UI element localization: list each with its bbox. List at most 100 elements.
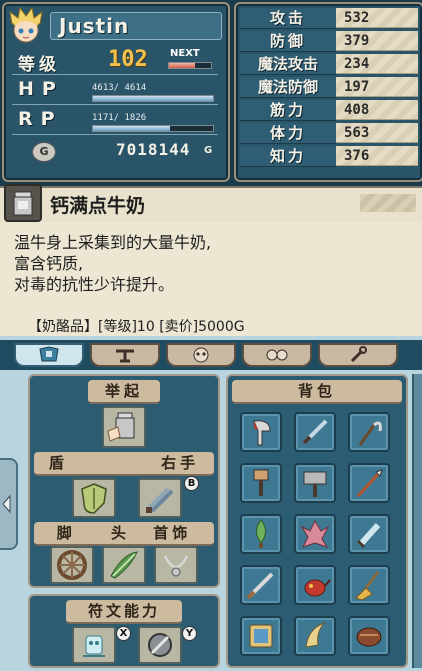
stat-row: 魔法防御 197: [240, 77, 418, 98]
bag-slot[interactable]: [240, 463, 282, 503]
stat-value: 197: [336, 77, 418, 97]
bag-slot[interactable]: [294, 565, 336, 605]
accessory-label: 首饰: [153, 524, 192, 542]
name-bar-decoration: [360, 194, 416, 212]
bag-slot[interactable]: [240, 616, 282, 656]
teapot-icon: [304, 579, 331, 597]
stat-value: 376: [336, 146, 418, 166]
claw-icon: [305, 621, 326, 648]
feet-label: 脚: [56, 524, 76, 542]
rp-row: RP 1171/ 1826: [12, 108, 218, 135]
bag-slot[interactable]: [294, 514, 336, 554]
coin-icon: G: [32, 142, 56, 162]
hp-value: 4613/ 4614: [92, 83, 147, 93]
held-item-slot[interactable]: [102, 406, 146, 448]
saber-icon: [246, 572, 274, 600]
stat-label: 筋力: [240, 100, 336, 121]
stat-label: 魔法防御: [240, 77, 336, 98]
brush-icon: [356, 627, 382, 647]
character-panel: Justin 等级 102 NEXT HP 4613/ 4614 RP 1171…: [2, 2, 230, 182]
bag-slot[interactable]: [348, 616, 390, 656]
x-button-badge: X: [116, 626, 131, 641]
bag-slot[interactable]: [240, 565, 282, 605]
wheel-icon: [57, 550, 87, 580]
bag-slot[interactable]: [348, 565, 390, 605]
spear-icon: [356, 469, 383, 498]
level-label: 等级: [18, 55, 60, 75]
b-button-badge: B: [184, 476, 199, 491]
bag-slot[interactable]: [294, 616, 336, 656]
tab-armor[interactable]: [14, 343, 84, 367]
gold-row: G 7018144 G: [12, 138, 218, 166]
tab-accessories[interactable]: [242, 343, 312, 367]
accessory-slot[interactable]: [154, 546, 198, 584]
level-value: 102: [108, 47, 148, 72]
book-icon: [249, 624, 273, 648]
bag-slot[interactable]: [294, 412, 336, 452]
status-screen: Justin 等级 102 NEXT HP 4613/ 4614 RP 1171…: [0, 0, 422, 336]
bag-slot[interactable]: [348, 463, 390, 503]
milk-can-icon: [4, 184, 42, 222]
mask-tab-icon: [266, 349, 288, 361]
stat-row: 防御 379: [240, 31, 418, 52]
rp-bar: [92, 125, 214, 132]
stat-row: 攻击 532: [240, 8, 418, 29]
hp-label: HP: [18, 78, 64, 100]
rune-ability-slot-x[interactable]: [72, 626, 116, 664]
stat-value: 408: [336, 100, 418, 120]
hp-row: HP 4613/ 4614: [12, 78, 218, 105]
item-description-line: 温牛身上采集到的大量牛奶,: [14, 233, 212, 252]
ice-golem-icon: [83, 635, 105, 657]
bag-grid: [228, 376, 410, 670]
bag-slot[interactable]: [240, 412, 282, 452]
stat-row: 筋力 408: [240, 100, 418, 121]
big-hammer-icon: [303, 471, 327, 497]
feet-slot[interactable]: [50, 546, 94, 584]
milk-can-icon: [107, 412, 135, 442]
sickle-icon: [358, 421, 382, 446]
stat-value: 234: [336, 54, 418, 74]
stat-row: 体力 563: [240, 123, 418, 144]
hp-bar: [92, 95, 214, 102]
gear-header: 脚 头 首饰: [34, 522, 214, 546]
right-hand-slot[interactable]: [138, 478, 182, 518]
tab-bar: [0, 340, 422, 370]
left-arrow-icon: [2, 494, 11, 514]
feather-hat-icon: [110, 551, 138, 579]
equipment-panel: 举起 盾 右手 B 脚 头 首饰: [28, 374, 220, 588]
stat-label: 魔法攻击: [240, 54, 336, 75]
tool-tab-icon: [350, 346, 367, 363]
hands-header: 盾 右手: [34, 452, 214, 476]
right-hand-label: 右手: [161, 454, 200, 472]
crystal-icon: [300, 519, 330, 548]
bag-panel: 背包: [226, 374, 408, 668]
stat-label: 防御: [240, 31, 336, 52]
head-slot[interactable]: [102, 546, 146, 584]
prev-page-arrow[interactable]: [0, 458, 18, 550]
tab-tools[interactable]: [318, 343, 398, 367]
stat-value: 563: [336, 123, 418, 143]
tab-weapons[interactable]: [90, 343, 160, 367]
rp-value: 1171/ 1826: [92, 113, 147, 123]
bag-slot[interactable]: [240, 514, 282, 554]
bag-slot[interactable]: [348, 514, 390, 554]
item-description-line: 富含钙质,: [14, 254, 84, 273]
rp-label: RP: [18, 108, 63, 130]
stat-label: 攻击: [240, 8, 336, 29]
y-button-badge: Y: [182, 626, 197, 641]
tab-monsters[interactable]: [166, 343, 236, 367]
bag-slot[interactable]: [294, 463, 336, 503]
shield-slot[interactable]: [72, 478, 116, 518]
head-label: 头: [110, 524, 130, 542]
next-label: NEXT: [170, 48, 200, 59]
rune-ability-panel: 符文能力 X Y: [28, 594, 220, 668]
bag-slot[interactable]: [348, 412, 390, 452]
item-description-box: 温牛身上采集到的大量牛奶, 富含钙质, 对毒的抗性少许提升。 【奶酪品】[等级]…: [0, 222, 422, 336]
rune-ability-slot-y[interactable]: [138, 626, 182, 664]
name-plate: Justin: [50, 12, 222, 40]
leaf-sword-icon: [256, 519, 266, 548]
stat-value: 379: [336, 31, 418, 51]
armor-tab-icon: [39, 346, 59, 362]
stat-value: 532: [336, 8, 418, 28]
weapon-tab-icon: [116, 349, 134, 363]
